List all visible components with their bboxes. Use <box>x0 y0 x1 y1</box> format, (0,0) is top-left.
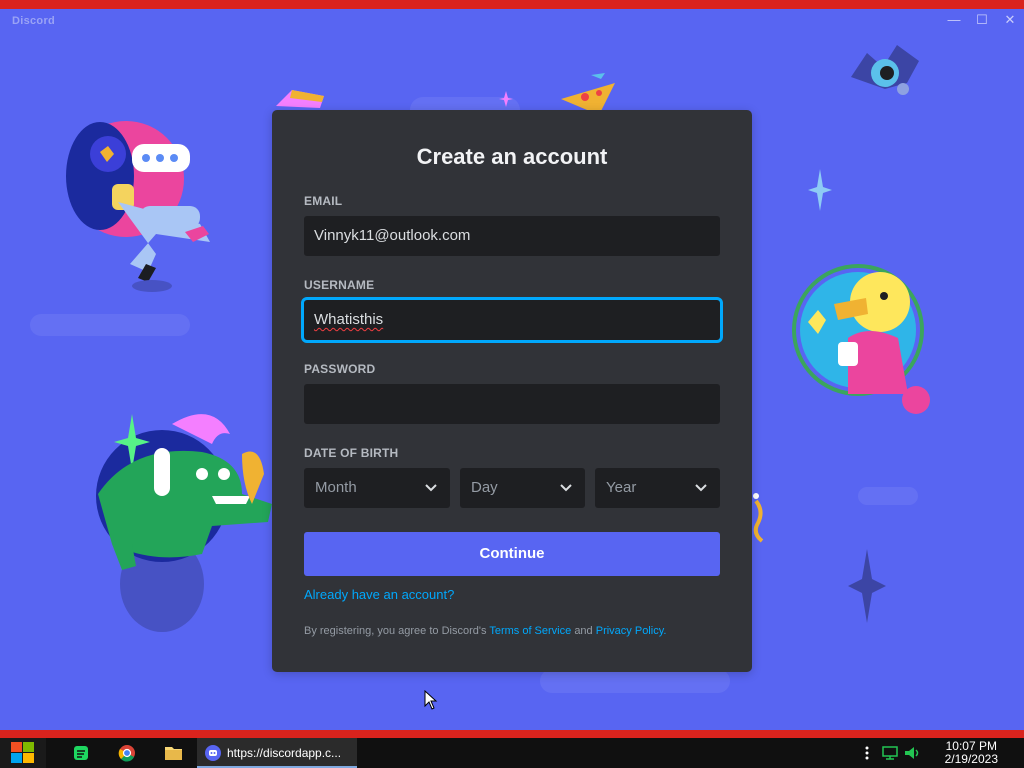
character-illustration <box>792 264 930 414</box>
spotify-taskbar-button[interactable] <box>61 738 101 768</box>
clock-date: 2/19/2023 <box>944 752 998 766</box>
cloud-decoration <box>858 487 918 505</box>
close-button[interactable]: ✕ <box>996 9 1024 31</box>
start-button[interactable] <box>0 738 46 768</box>
privacy-link[interactable]: Privacy Policy <box>596 625 664 637</box>
dob-label: DATE OF BIRTH <box>304 446 399 460</box>
windows-start-icon <box>11 742 34 763</box>
email-field[interactable]: Vinnyk11@outlook.com <box>304 216 720 256</box>
chevron-down-icon <box>560 484 572 492</box>
bat-illustration <box>851 45 919 95</box>
login-link[interactable]: Already have an account? <box>304 587 454 602</box>
maximize-button[interactable]: ☐ <box>968 9 996 31</box>
day-placeholder: Day <box>471 479 498 496</box>
continue-button[interactable]: Continue <box>304 532 720 576</box>
character-illustration <box>66 121 210 292</box>
taskbar-clock[interactable]: 10:07 PM 2/19/2023 <box>945 740 998 766</box>
bottom-strip <box>0 730 1024 738</box>
file-explorer-taskbar-button[interactable] <box>153 738 193 768</box>
username-field[interactable]: Whatisthis <box>301 297 723 343</box>
username-value: Whatisthis <box>314 311 384 328</box>
legal-suffix: . <box>663 625 667 637</box>
month-select[interactable]: Month <box>304 468 450 508</box>
overflow-dots-icon[interactable] <box>864 745 870 761</box>
sparkle-icon <box>848 549 886 623</box>
title-bar: Discord — ☐ ✕ <box>0 9 1024 31</box>
mouse-cursor-icon <box>424 690 438 710</box>
register-modal: Create an account EMAIL Vinnyk11@outlook… <box>272 110 752 672</box>
sparkle-icon <box>499 91 513 107</box>
day-select[interactable]: Day <box>460 468 585 508</box>
task-label: https://discordapp.c... <box>227 746 342 760</box>
top-strip <box>0 0 1024 9</box>
app-title: Discord <box>12 15 56 27</box>
year-placeholder: Year <box>606 479 637 496</box>
chevron-down-icon <box>425 484 437 492</box>
year-select[interactable]: Year <box>595 468 720 508</box>
email-label: EMAIL <box>304 194 343 208</box>
modal-title: Create an account <box>416 144 608 169</box>
file-explorer-icon <box>165 747 182 760</box>
lamp-decoration <box>753 493 764 543</box>
spotify-icon <box>74 746 88 760</box>
month-placeholder: Month <box>315 479 357 496</box>
password-field[interactable] <box>304 384 720 424</box>
legal-prefix: By registering, you agree to Discord's <box>304 625 487 637</box>
legal-and: and <box>574 625 593 637</box>
chrome-taskbar-button[interactable] <box>107 738 147 768</box>
system-tray: 10:07 PM 2/19/2023 <box>864 738 1024 768</box>
taskbar: https://discordapp.c... 10:07 PM 2/19/20… <box>0 738 1024 768</box>
discord-icon <box>205 745 221 761</box>
username-label: USERNAME <box>304 278 375 292</box>
password-label: PASSWORD <box>304 362 376 376</box>
volume-icon[interactable] <box>903 745 921 761</box>
terms-link[interactable]: Terms of Service <box>489 625 571 637</box>
window-controls: — ☐ ✕ <box>940 9 1024 31</box>
cloud-decoration <box>540 669 730 693</box>
chevron-down-icon <box>695 484 707 492</box>
discord-taskbar-task[interactable]: https://discordapp.c... <box>197 738 357 768</box>
chrome-icon <box>118 745 135 762</box>
cloud-decoration <box>30 314 190 336</box>
sparkle-icon <box>808 169 832 211</box>
network-icon[interactable] <box>881 745 899 761</box>
dinosaur-illustration <box>96 414 272 632</box>
minimize-button[interactable]: — <box>940 9 968 31</box>
legal-text: By registering, you agree to Discord's T… <box>304 625 666 637</box>
discord-window: Discord — ☐ ✕ Create an account EMAIL Vi… <box>0 9 1024 730</box>
